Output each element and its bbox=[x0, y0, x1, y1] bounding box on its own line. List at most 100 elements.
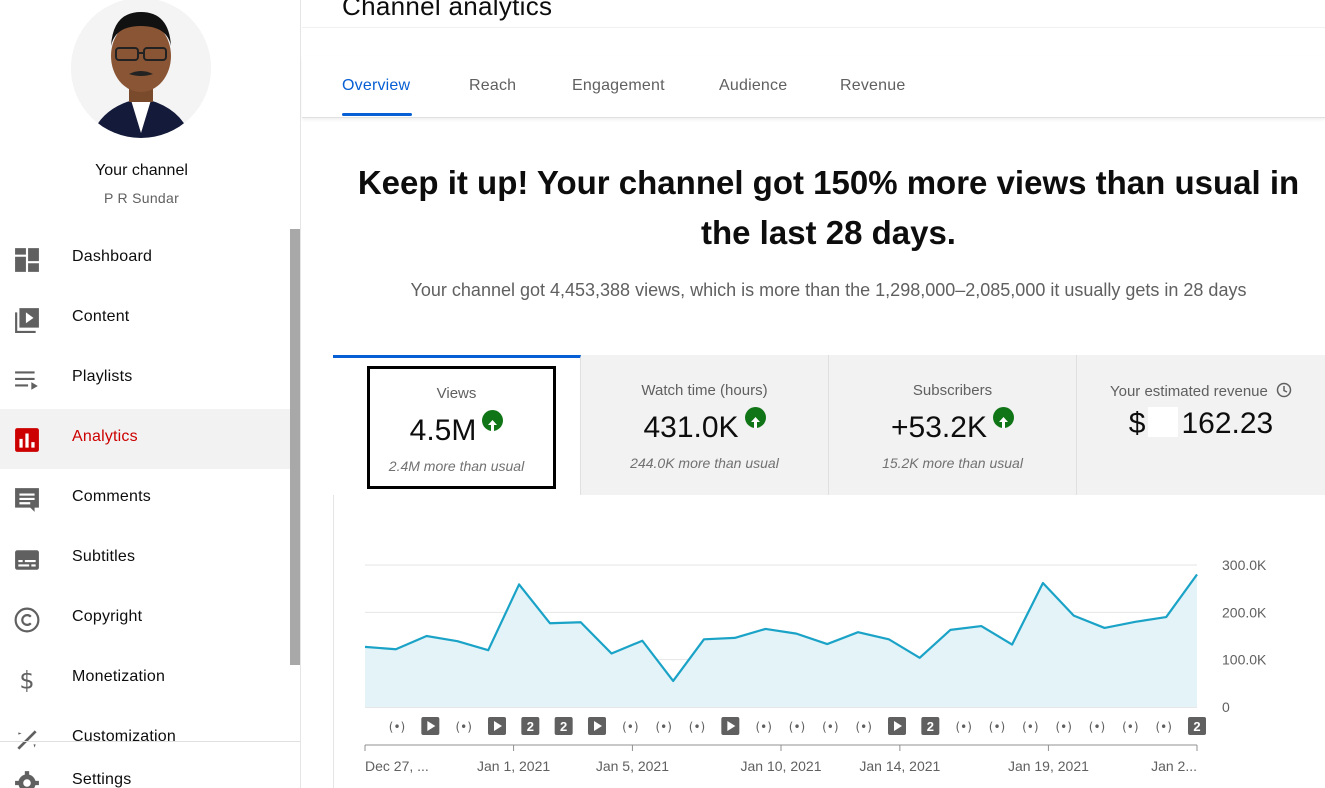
live-stream-icon: (•) bbox=[655, 720, 671, 734]
x-tick-label: Jan 10, 2021 bbox=[741, 758, 822, 774]
live-stream-icon: (•) bbox=[755, 720, 771, 734]
chart-canvas: 300.0K 200.0K 100.0K 0 (•) (•) 2 2 (•) (•) (•) (•) (… bbox=[364, 557, 1267, 774]
sidebar-item-label: Subtitles bbox=[72, 548, 136, 565]
tab-engagement[interactable]: Engagement bbox=[572, 77, 665, 95]
metric-label: Your estimated revenue bbox=[1109, 383, 1268, 400]
x-tick-label: Jan 1, 2021 bbox=[477, 758, 550, 774]
badge-count: 2 bbox=[1193, 719, 1200, 734]
sidebar-scrollbar[interactable] bbox=[290, 229, 300, 665]
metric-label-row: Your estimated revenue bbox=[1077, 382, 1325, 400]
x-tick-label: Dec 27, ... bbox=[365, 758, 429, 774]
metric-value: 162.23 bbox=[1181, 407, 1274, 440]
tab-bar: Overview Reach Engagement Audience Reven… bbox=[302, 56, 1325, 118]
summary-headline: Keep it up! Your channel got 150% more v… bbox=[357, 164, 1300, 251]
sidebar-item-monetization[interactable]: $ Monetization bbox=[0, 649, 290, 709]
metric-value-row: $162.23 bbox=[1077, 407, 1325, 441]
live-stream-icon: (•) bbox=[789, 720, 805, 734]
sidebar-item-analytics[interactable]: Analytics bbox=[0, 409, 290, 469]
sidebar-item-subtitles[interactable]: Subtitles bbox=[0, 529, 290, 589]
trend-up-icon bbox=[744, 407, 766, 428]
dashboard-icon bbox=[15, 248, 39, 272]
live-stream-icon: (•) bbox=[1089, 720, 1105, 734]
metric-label: Watch time (hours) bbox=[641, 382, 768, 399]
live-stream-icon: (•) bbox=[455, 720, 471, 734]
live-stream-icon: (•) bbox=[955, 720, 971, 734]
views-chart[interactable]: 300.0K 200.0K 100.0K 0 (•) (•) 2 2 (•) (•) (•) (•) (… bbox=[333, 495, 1325, 788]
sidebar-item-label: Monetization bbox=[72, 668, 166, 685]
metric-comparison: 15.2K more than usual bbox=[882, 455, 1023, 471]
sidebar-item-settings[interactable]: Settings bbox=[0, 752, 290, 788]
trend-up-icon bbox=[482, 410, 504, 431]
sidebar-item-playlists[interactable]: Playlists bbox=[0, 349, 290, 409]
metric-card-views[interactable]: Views 4.5M 2.4M more than usual bbox=[333, 355, 581, 495]
metric-value-row: 431.0K bbox=[581, 407, 828, 445]
y-tick-label: 200.0K bbox=[1222, 604, 1267, 620]
sidebar-item-dashboard[interactable]: Dashboard bbox=[0, 229, 290, 289]
metric-comparison: 2.4M more than usual bbox=[388, 458, 525, 474]
sidebar-item-comments[interactable]: Comments bbox=[0, 469, 290, 529]
playlists-icon bbox=[15, 371, 38, 390]
live-stream-icon: (•) bbox=[689, 720, 705, 734]
sidebar: Your channel P R Sundar Dashboard Conten… bbox=[0, 0, 301, 788]
live-stream-icon: (•) bbox=[1122, 720, 1138, 734]
live-stream-icon: (•) bbox=[1155, 720, 1171, 734]
sidebar-item-label: Settings bbox=[72, 771, 132, 788]
monetization-icon: $ bbox=[19, 667, 34, 693]
badge-count: 2 bbox=[560, 719, 567, 734]
metric-comparison: 244.0K more than usual bbox=[630, 455, 779, 471]
sidebar-divider bbox=[0, 741, 300, 742]
metric-value: +53.2K bbox=[891, 411, 987, 444]
channel-title: Your channel bbox=[95, 162, 188, 179]
x-tick-label: Jan 14, 2021 bbox=[859, 758, 940, 774]
metric-label: Subscribers bbox=[912, 382, 993, 399]
active-tab-indicator bbox=[342, 113, 412, 116]
avatar-image bbox=[71, 0, 211, 138]
page-title: Channel analytics bbox=[342, 0, 553, 21]
live-stream-icon: (•) bbox=[822, 720, 838, 734]
x-tick-label: Jan 19, 2021 bbox=[1008, 758, 1089, 774]
metric-cards: Views 4.5M 2.4M more than usual Watch ti… bbox=[333, 355, 1325, 495]
subtitles-icon bbox=[15, 550, 39, 570]
metric-value-row: +53.2K bbox=[829, 407, 1076, 445]
metric-label: Views bbox=[436, 385, 477, 402]
y-tick-label: 100.0K bbox=[1222, 652, 1267, 668]
live-stream-icon: (•) bbox=[989, 720, 1005, 734]
svg-text:$: $ bbox=[19, 667, 34, 693]
x-tick-label: Jan 2... bbox=[1151, 758, 1197, 774]
customization-icon bbox=[17, 730, 37, 750]
sidebar-item-label: Analytics bbox=[72, 428, 138, 445]
metric-value: 431.0K bbox=[643, 411, 739, 444]
currency-symbol: $ bbox=[1128, 407, 1146, 440]
badge-count: 2 bbox=[927, 719, 934, 734]
trend-up-icon bbox=[992, 407, 1014, 428]
sidebar-item-label: Playlists bbox=[72, 368, 133, 385]
metric-card-revenue[interactable]: Your estimated revenue $162.23 bbox=[1077, 355, 1325, 495]
chart-area-fill bbox=[365, 574, 1197, 707]
tab-revenue[interactable]: Revenue bbox=[840, 77, 905, 95]
analytics-icon bbox=[15, 428, 39, 452]
tab-reach[interactable]: Reach bbox=[469, 77, 516, 95]
y-tick-label: 0 bbox=[1222, 699, 1230, 715]
y-tick-label: 300.0K bbox=[1222, 557, 1267, 573]
main-content: Channel analytics Overview Reach Engagem… bbox=[302, 0, 1325, 788]
summary-subline: Your channel got 4,453,388 views, which … bbox=[410, 280, 1247, 300]
avatar[interactable] bbox=[71, 0, 211, 138]
clock-icon[interactable] bbox=[1276, 382, 1292, 398]
settings-icon bbox=[15, 771, 39, 788]
tab-overview[interactable]: Overview bbox=[342, 77, 410, 95]
tab-audience[interactable]: Audience bbox=[719, 77, 787, 95]
metric-card-subscribers[interactable]: Subscribers +53.2K 15.2K more than usual bbox=[829, 355, 1077, 495]
content-icon bbox=[15, 308, 39, 333]
sidebar-item-label: Dashboard bbox=[72, 248, 153, 265]
sidebar-item-content[interactable]: Content bbox=[0, 289, 290, 349]
live-stream-icon: (•) bbox=[389, 720, 405, 734]
metric-card-watch-time[interactable]: Watch time (hours) 431.0K 244.0K more th… bbox=[581, 355, 829, 495]
sidebar-item-label: Content bbox=[72, 308, 130, 325]
header-divider bbox=[302, 27, 1325, 28]
sidebar-item-label: Copyright bbox=[72, 608, 143, 625]
copyright-icon bbox=[14, 607, 40, 633]
channel-name: P R Sundar bbox=[103, 190, 180, 206]
metric-value-row: 4.5M bbox=[333, 410, 580, 448]
sidebar-item-copyright[interactable]: Copyright bbox=[0, 589, 290, 649]
x-tick-label: Jan 5, 2021 bbox=[596, 758, 669, 774]
